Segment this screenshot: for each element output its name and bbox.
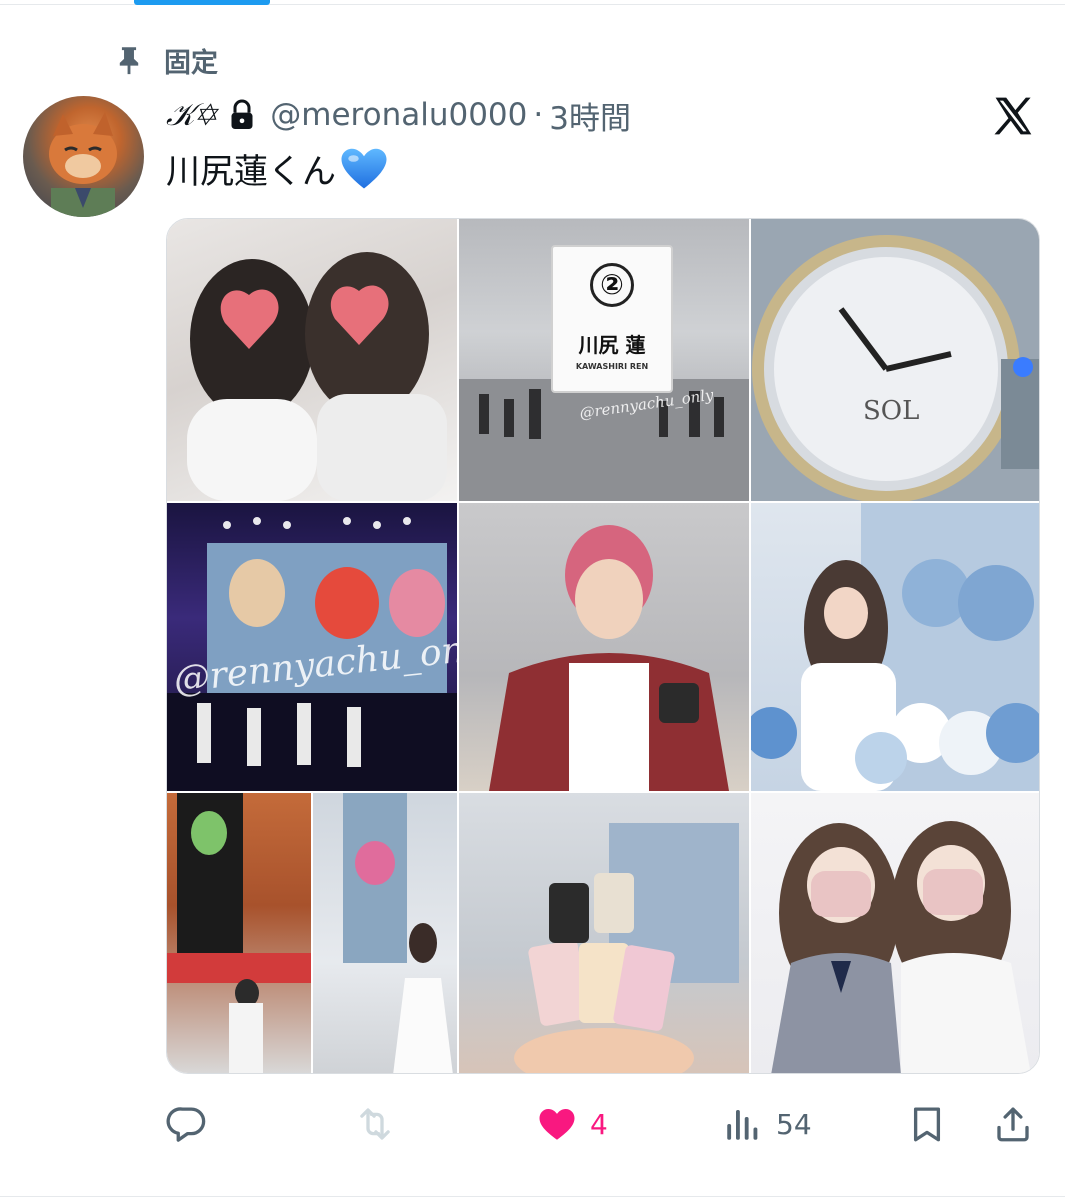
display-name[interactable]: 𝒦✡ [166, 97, 216, 134]
bottom-divider [0, 1196, 1065, 1197]
pin-icon [119, 47, 139, 75]
pinned-indicator: 固定 [112, 40, 218, 80]
blue-heart-icon [341, 148, 387, 188]
media-photo-1[interactable] [167, 219, 457, 501]
media-photo-3[interactable]: SOL [751, 219, 1039, 501]
name-sign: ② 川尻 蓮 KAWASHIRI REN [551, 245, 673, 393]
pinned-label: 固定 [164, 47, 218, 79]
share-button[interactable] [992, 1096, 1034, 1152]
x-logo-icon[interactable] [990, 94, 1036, 138]
media-photo-7[interactable] [167, 793, 311, 1073]
tweet-header: 𝒦✡ @meronalu0000 · 3時間 [166, 92, 631, 138]
bookmark-icon [913, 1107, 941, 1142]
views-count: 54 [776, 1107, 812, 1141]
media-photo-9[interactable] [459, 793, 749, 1073]
views-button[interactable]: 54 [722, 1096, 812, 1152]
media-photo-2[interactable]: ② 川尻 蓮 KAWASHIRI REN @rennyachu_only [459, 219, 749, 501]
media-photo-10[interactable] [751, 793, 1039, 1073]
tweet-actions: 4 54 [166, 1096, 1040, 1152]
avatar[interactable] [23, 96, 144, 217]
like-count: 4 [590, 1107, 608, 1141]
media-photo-4[interactable]: @rennyachu_only [167, 503, 457, 791]
like-button[interactable]: 4 [536, 1096, 608, 1152]
reply-button[interactable] [166, 1096, 220, 1152]
lock-icon [231, 99, 253, 129]
bookmark-button[interactable] [906, 1096, 948, 1152]
svg-text:SOL: SOL [863, 396, 919, 426]
sign-roman: KAWASHIRI REN [575, 362, 649, 371]
retweet-icon [360, 1108, 390, 1140]
reply-icon [166, 1107, 206, 1142]
timestamp[interactable]: 3時間 [549, 93, 631, 138]
user-handle[interactable]: @meronalu0000 [270, 97, 527, 133]
active-tab-indicator [134, 0, 270, 5]
tweet-text: 川尻蓮くん [166, 144, 388, 193]
media-grid[interactable]: ② 川尻 蓮 KAWASHIRI REN @rennyachu_only SOL [166, 218, 1040, 1074]
sign-name: 川尻 蓮 [578, 333, 646, 357]
sign-number: ② [590, 263, 634, 307]
media-photo-8[interactable] [313, 793, 457, 1073]
separator-dot: · [533, 97, 544, 133]
retweet-button[interactable] [354, 1096, 408, 1152]
tweet-body: 川尻蓮くん [166, 152, 336, 192]
media-photo-5[interactable] [459, 503, 749, 791]
heart-filled-icon [539, 1108, 575, 1140]
analytics-icon [727, 1110, 758, 1140]
share-icon [997, 1107, 1029, 1142]
media-photo-6[interactable] [751, 503, 1039, 791]
